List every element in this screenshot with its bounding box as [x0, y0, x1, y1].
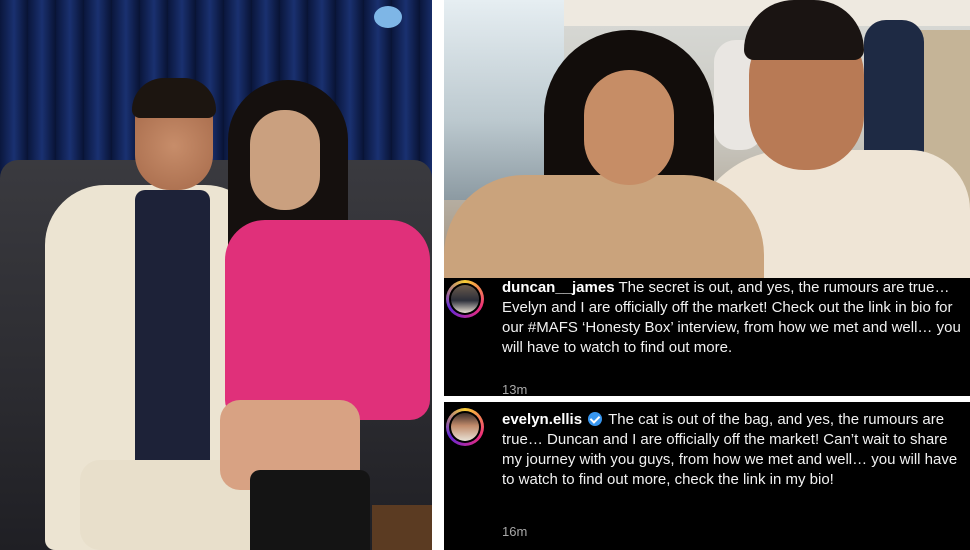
avatar-image — [451, 413, 479, 441]
comment-item: evelyn.ellis The cat is out of the bag, a… — [444, 402, 970, 550]
comment-timestamp: 16m — [502, 524, 528, 539]
verified-badge-icon — [588, 412, 603, 426]
couple-photo-right — [444, 0, 970, 278]
comment-item: duncan__james The secret is out, and yes… — [444, 278, 970, 397]
side-table — [372, 505, 432, 550]
lamp-decor — [374, 6, 402, 28]
username-link[interactable]: duncan__james — [502, 279, 615, 296]
instagram-comments-panel: duncan__james The secret is out, and yes… — [444, 278, 970, 550]
comment-body: evelyn.ellis The cat is out of the bag, a… — [502, 410, 962, 490]
man-hair — [132, 78, 216, 118]
comment-timestamp: 13m — [502, 382, 528, 397]
couple-photo-left — [0, 0, 432, 550]
comment-body: duncan__james The secret is out, and yes… — [502, 278, 962, 358]
avatar[interactable] — [446, 280, 484, 318]
black-boots — [250, 470, 370, 550]
avatar[interactable] — [446, 408, 484, 446]
navy-shirt — [135, 190, 210, 470]
avatar-image — [451, 285, 479, 313]
woman-figure — [210, 80, 430, 550]
pink-blazer — [225, 220, 430, 420]
woman-sweater — [444, 175, 764, 278]
username-link[interactable]: evelyn.ellis — [502, 411, 582, 428]
woman-head — [250, 110, 320, 210]
woman-face — [584, 70, 674, 185]
